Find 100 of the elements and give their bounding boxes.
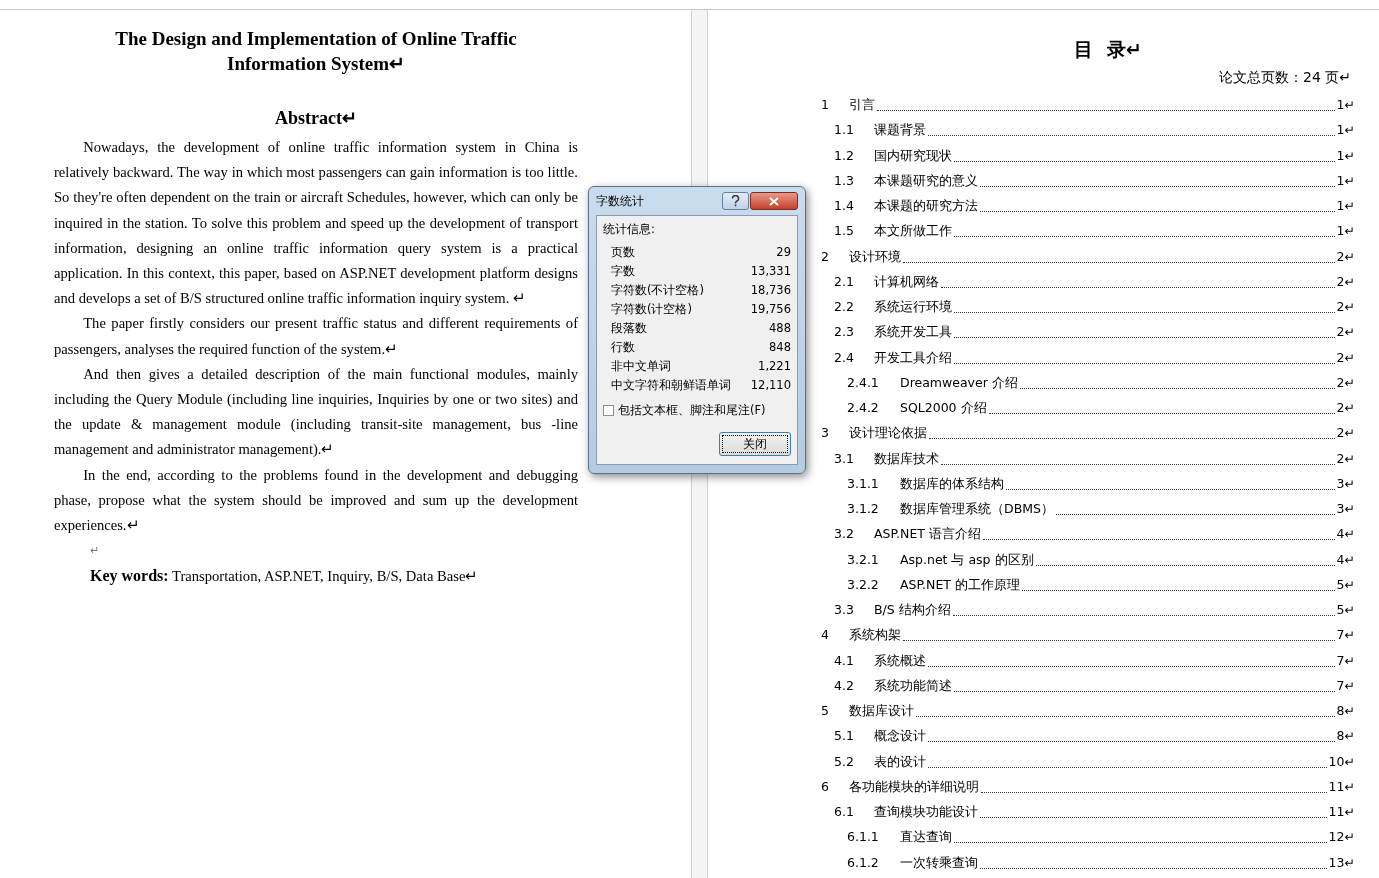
page-number: 2↵ <box>1336 348 1355 367</box>
toc-number: 4 <box>821 626 830 645</box>
toc-heading: 目 录↵ <box>1073 37 1143 62</box>
page-number: 7↵ <box>1336 651 1355 670</box>
page-number: 3↵ <box>1336 474 1355 493</box>
section-label: 统计信息: <box>603 222 656 237</box>
toc-entry-title[interactable]: 系统运行环境 <box>874 294 952 320</box>
toc-number: 5.1 <box>834 727 855 746</box>
toc-entry-title[interactable]: Dreamweaver 介绍 <box>900 369 1018 395</box>
toc-entry-title[interactable]: 系统构架 <box>849 622 901 648</box>
stat-label: 行数 <box>611 339 635 356</box>
body-paragraph: The paper firstly considers our present traffic status and different requirements of passengers, analyses the required function of the system.↵ <box>54 314 578 359</box>
toc-number: 3.3 <box>834 601 855 619</box>
toc-entry-title[interactable]: 系统功能简述 <box>874 672 952 698</box>
toc-number: 2.2 <box>834 298 855 316</box>
page-number: 8↵ <box>1336 727 1355 746</box>
toc-entry-title[interactable]: 国内研究现状 <box>874 142 952 168</box>
toc-number: 3.2.1 <box>847 550 880 569</box>
page-number: 4↵ <box>1336 525 1355 544</box>
stat-label: 页数 <box>611 244 635 261</box>
toc-entry-title[interactable]: 本文所做工作 <box>874 218 952 244</box>
page-number: 2↵ <box>1336 272 1355 291</box>
toc-entry-title[interactable]: 设计环境 <box>849 243 901 269</box>
stat-value: 12,110 <box>750 377 791 394</box>
page-number: 2↵ <box>1336 424 1355 443</box>
toc-entry-title[interactable]: 计算机网络 <box>874 268 939 294</box>
toc-entry-title[interactable]: 开发工具介绍 <box>874 344 952 370</box>
toc-number: 1.1 <box>834 121 855 140</box>
section-heading: Abstract↵ <box>274 107 358 130</box>
page-number: 4↵ <box>1336 550 1355 569</box>
stat-value: 848 <box>769 339 791 356</box>
page-number: 5↵ <box>1336 575 1355 594</box>
toc-number: 1 <box>821 96 830 114</box>
toc-entry-title[interactable]: 系统开发工具 <box>874 319 952 345</box>
close-dialog-button[interactable]: 关闭 <box>719 432 791 456</box>
toc-number: 3.1 <box>834 449 855 468</box>
toc-number: 2.4 <box>834 348 855 367</box>
page-number: 1↵ <box>1336 171 1355 190</box>
toc-entry-title[interactable]: 直达查询 <box>900 824 952 850</box>
toc-entry-title[interactable]: 本课题的研究方法 <box>874 193 978 219</box>
include-checkbox[interactable] <box>603 405 614 416</box>
toc-entry-title[interactable]: 查询模块功能设计 <box>874 799 978 825</box>
stat-label: 段落数 <box>611 320 647 337</box>
page-number: 3↵ <box>1336 500 1355 518</box>
page-number: 1↵ <box>1336 197 1355 215</box>
toc-entry-title[interactable]: 本课题研究的意义 <box>874 167 978 193</box>
page-number: 7↵ <box>1336 626 1355 645</box>
toc-entry-title[interactable]: ASP.NET 语言介绍 <box>874 521 981 547</box>
toc-number: 4.1 <box>834 651 855 670</box>
toc-number: 6.1.2 <box>847 853 880 872</box>
stat-value: 29 <box>776 244 791 261</box>
toc-number: 2 <box>821 247 830 266</box>
body-paragraph: In the end, according to the problems found in the development and debugging phase, propose what the system should be improved and sum up the development experiences.↵ <box>54 465 578 536</box>
toc-number: 2.1 <box>834 272 855 291</box>
stat-label: 非中文单词 <box>611 358 671 375</box>
toc-number: 6 <box>821 777 830 796</box>
toc-entry-title[interactable]: 概念设计 <box>874 723 926 749</box>
toc-number: 3.2 <box>834 525 855 544</box>
toc-entry-title[interactable]: 系统概述 <box>874 647 926 673</box>
toc-number: 1.4 <box>834 197 855 215</box>
page-number: 2↵ <box>1336 449 1355 468</box>
toc-entry-title[interactable]: 各功能模块的详细说明 <box>849 773 979 799</box>
close-button[interactable] <box>750 192 798 210</box>
stat-value: 488 <box>769 320 791 337</box>
paragraph-mark: ↵ <box>90 543 99 559</box>
checkbox-label: 包括文本框、脚注和尾注(F) <box>618 403 766 418</box>
toc-entry-title[interactable]: Asp.net 与 asp 的区别 <box>900 546 1034 572</box>
stat-value: 1,221 <box>758 358 791 375</box>
page-number: 11↵ <box>1328 777 1355 796</box>
help-icon <box>731 195 740 207</box>
stat-value: 13,331 <box>750 263 791 280</box>
page-number: 1↵ <box>1336 222 1355 241</box>
document-title: The Design and Implementation of Online Traffic Information System↵ <box>114 27 518 76</box>
toc-entry-title[interactable]: 课题背景 <box>874 117 926 143</box>
page-number: 13↵ <box>1328 853 1355 872</box>
toc-entry-title[interactable]: 表的设计 <box>874 748 926 774</box>
toc-entry-title[interactable]: 设计理论依据 <box>849 420 927 446</box>
toc-number: 3.1.2 <box>847 500 880 518</box>
help-button[interactable] <box>722 192 749 210</box>
toc-entry-title[interactable]: 引言 <box>849 92 875 118</box>
toc-entry-title[interactable]: 数据库管理系统（DBMS） <box>900 496 1054 522</box>
page-number: 7↵ <box>1336 676 1355 695</box>
stat-label: 字符数(不计空格) <box>611 282 704 299</box>
toc-entry-title[interactable]: 一次转乘查询 <box>900 849 978 875</box>
page-number: 1↵ <box>1336 96 1355 114</box>
page-number: 10↵ <box>1328 752 1355 771</box>
stat-label: 中文字符和朝鲜语单词 <box>611 377 731 394</box>
toc-entry-title[interactable]: ASP.NET 的工作原理 <box>900 571 1020 597</box>
toc-number: 6.1 <box>834 803 855 821</box>
toc-entry-title[interactable]: SQL2000 介绍 <box>900 395 987 421</box>
toc-number: 4.2 <box>834 676 855 695</box>
toc-entry-title[interactable]: 数据库设计 <box>849 698 914 724</box>
toc-entry-title[interactable]: B/S 结构介绍 <box>874 597 951 623</box>
page-number: 5↵ <box>1336 601 1355 619</box>
toc-entry-title[interactable]: 数据库技术 <box>874 445 939 471</box>
toc-number: 1.3 <box>834 171 855 190</box>
keywords-line: Key words: Transportation, ASP.NET, Inquiry, B/S, Data Base↵ <box>90 566 480 587</box>
total-pages-label: 论文总页数：24 页↵ <box>1218 68 1352 87</box>
toc-number: 2.4.2 <box>847 399 880 417</box>
toc-entry-title[interactable]: 数据库的体系结构 <box>900 470 1004 496</box>
